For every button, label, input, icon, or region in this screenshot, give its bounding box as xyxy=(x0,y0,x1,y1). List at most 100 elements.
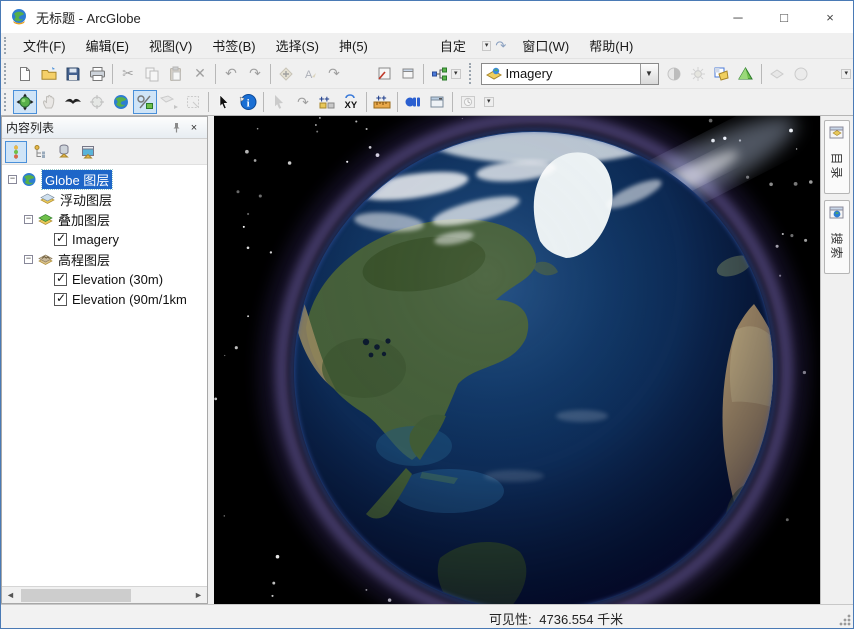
toc-horizontal-scrollbar[interactable]: ◄ ► xyxy=(2,586,207,603)
tab-search[interactable]: 搜索 xyxy=(824,200,850,274)
menu-file[interactable]: 文件(F) xyxy=(13,33,76,58)
new-document-button[interactable] xyxy=(13,62,37,86)
print-button[interactable] xyxy=(85,62,109,86)
animation-button[interactable] xyxy=(456,90,480,114)
row1-overflow[interactable]: ▾ xyxy=(841,69,851,79)
delete-button[interactable]: ✕ xyxy=(188,62,212,86)
identify-button[interactable]: i xyxy=(236,90,260,114)
tree-row-globe-layers[interactable]: Globe 图层 xyxy=(2,169,207,189)
select-elements-button[interactable] xyxy=(212,90,236,114)
redo-button[interactable]: ↷ xyxy=(243,62,267,86)
elevation-90m-checkbox[interactable] xyxy=(54,293,67,306)
standard-toolbar-overflow[interactable]: ▾ xyxy=(451,69,461,79)
layers-toolbar-grip[interactable] xyxy=(469,63,474,83)
list-by-source-button[interactable] xyxy=(29,141,51,163)
zoom-rectangle-button[interactable] xyxy=(181,90,205,114)
undo-button[interactable]: ↶ xyxy=(219,62,243,86)
zoom-to-target-button[interactable] xyxy=(157,90,181,114)
center-target-button[interactable] xyxy=(85,90,109,114)
tools-toolbar-grip[interactable] xyxy=(4,93,9,111)
toc-tree: Globe 图层 浮动图层 叠加图层 Imagery 高程图层 xyxy=(2,165,207,586)
tree-row-elevation-90m[interactable]: Elevation (90m/1km xyxy=(2,289,207,309)
tree-row-floating-layers[interactable]: 浮动图层 xyxy=(2,189,207,209)
standard-toolbar-grip[interactable] xyxy=(4,63,9,83)
cut-button[interactable]: ✂ xyxy=(116,62,140,86)
menu-selection[interactable]: 选择(S) xyxy=(266,33,329,58)
pause-drawing-button[interactable] xyxy=(401,90,425,114)
tree-label-elevation-90m[interactable]: Elevation (90m/1km xyxy=(72,292,187,307)
tree-row-draped-layers[interactable]: 叠加图层 xyxy=(2,209,207,229)
layer-combo-dropdown[interactable]: ▼ xyxy=(640,64,658,84)
surface-mode-button[interactable] xyxy=(133,90,157,114)
minimize-button[interactable]: ─ xyxy=(715,1,761,33)
save-button[interactable] xyxy=(61,62,85,86)
select-features-button[interactable] xyxy=(267,90,291,114)
close-button[interactable]: × xyxy=(807,1,853,33)
full-extent-button[interactable] xyxy=(109,90,133,114)
brightness-button[interactable] xyxy=(686,62,710,86)
swipe-layer-button[interactable] xyxy=(765,62,789,86)
pin-icon[interactable] xyxy=(167,119,185,137)
scroll-left-icon[interactable]: ◄ xyxy=(2,588,19,603)
list-by-visibility-button[interactable] xyxy=(53,141,75,163)
resize-grip[interactable] xyxy=(838,613,851,626)
standard-toolbar: ✂ ✕ ↶ ↷ A ↷ ▾ xyxy=(1,59,853,89)
list-by-selection-button[interactable] xyxy=(77,141,99,163)
maximize-button[interactable]: □ xyxy=(761,1,807,33)
menu-window[interactable]: 窗口(W) xyxy=(512,33,579,58)
elevation-30m-checkbox[interactable] xyxy=(54,273,67,286)
row2-overflow[interactable]: ▾ xyxy=(484,97,494,107)
tree-label-floating-layers[interactable]: 浮动图层 xyxy=(60,190,112,209)
svg-text:A: A xyxy=(305,69,313,81)
menu-bookmarks[interactable]: 书签(B) xyxy=(202,33,265,58)
search-window-button[interactable] xyxy=(396,62,420,86)
expander-icon[interactable] xyxy=(24,215,33,224)
goto-xy-button[interactable]: XY xyxy=(339,90,363,114)
list-by-drawing-order-button[interactable] xyxy=(5,141,27,163)
fly-button[interactable] xyxy=(61,90,85,114)
measure-button[interactable]: ++ xyxy=(370,90,394,114)
tree-label-elevation-30m[interactable]: Elevation (30m) xyxy=(72,272,163,287)
menu-view[interactable]: 视图(V) xyxy=(139,33,202,58)
toc-close-icon[interactable]: × xyxy=(185,119,203,137)
menu-help[interactable]: 帮助(H) xyxy=(579,33,643,58)
toolbar-overflow-icon[interactable]: ▾ xyxy=(482,41,492,51)
tree-row-imagery[interactable]: Imagery xyxy=(2,229,207,249)
layer-combo[interactable]: Imagery ▼ xyxy=(481,63,659,85)
label-button[interactable]: A xyxy=(298,62,322,86)
expander-icon[interactable] xyxy=(8,175,17,184)
tab-catalog[interactable]: 目录 xyxy=(824,120,850,194)
refresh-button[interactable]: ↷ xyxy=(322,62,346,86)
find-button[interactable]: ++ xyxy=(315,90,339,114)
paste-button[interactable] xyxy=(164,62,188,86)
tree-label-draped-layers[interactable]: 叠加图层 xyxy=(58,210,110,229)
imagery-checkbox[interactable] xyxy=(54,233,67,246)
menu-customize[interactable]: 自定 xyxy=(430,33,476,58)
menubar-grip[interactable] xyxy=(4,37,9,55)
tree-label-imagery[interactable]: Imagery xyxy=(72,232,119,247)
contrast-button[interactable] xyxy=(662,62,686,86)
catalog-window-button[interactable] xyxy=(372,62,396,86)
titlebar: 无标题 - ArcGlobe ─ □ × xyxy=(1,1,853,33)
navigate-button[interactable] xyxy=(13,90,37,114)
flicker-layer-button[interactable] xyxy=(789,62,813,86)
copy-button[interactable] xyxy=(140,62,164,86)
tree-row-elevation-layers[interactable]: 高程图层 xyxy=(2,249,207,269)
scroll-right-icon[interactable]: ► xyxy=(190,588,207,603)
clear-selection-button[interactable]: ↷ xyxy=(291,90,315,114)
globe-viewport[interactable] xyxy=(214,116,821,604)
modelbuilder-button[interactable] xyxy=(427,62,451,86)
tree-row-elevation-30m[interactable]: Elevation (30m) xyxy=(2,269,207,289)
menu-edit[interactable]: 编辑(E) xyxy=(76,33,139,58)
tree-label-globe-layers[interactable]: Globe 图层 xyxy=(42,170,112,189)
pan-button[interactable] xyxy=(37,90,61,114)
base-heights-button[interactable] xyxy=(734,62,758,86)
open-button[interactable] xyxy=(37,62,61,86)
expander-icon[interactable] xyxy=(24,255,33,264)
menu-geoprocessing[interactable]: 抻(5) xyxy=(329,33,378,58)
scrollbar-thumb[interactable] xyxy=(21,589,131,602)
transparency-button[interactable] xyxy=(710,62,734,86)
tree-label-elevation-layers[interactable]: 高程图层 xyxy=(58,250,110,269)
viewer-window-button[interactable] xyxy=(425,90,449,114)
add-data-button[interactable] xyxy=(274,62,298,86)
